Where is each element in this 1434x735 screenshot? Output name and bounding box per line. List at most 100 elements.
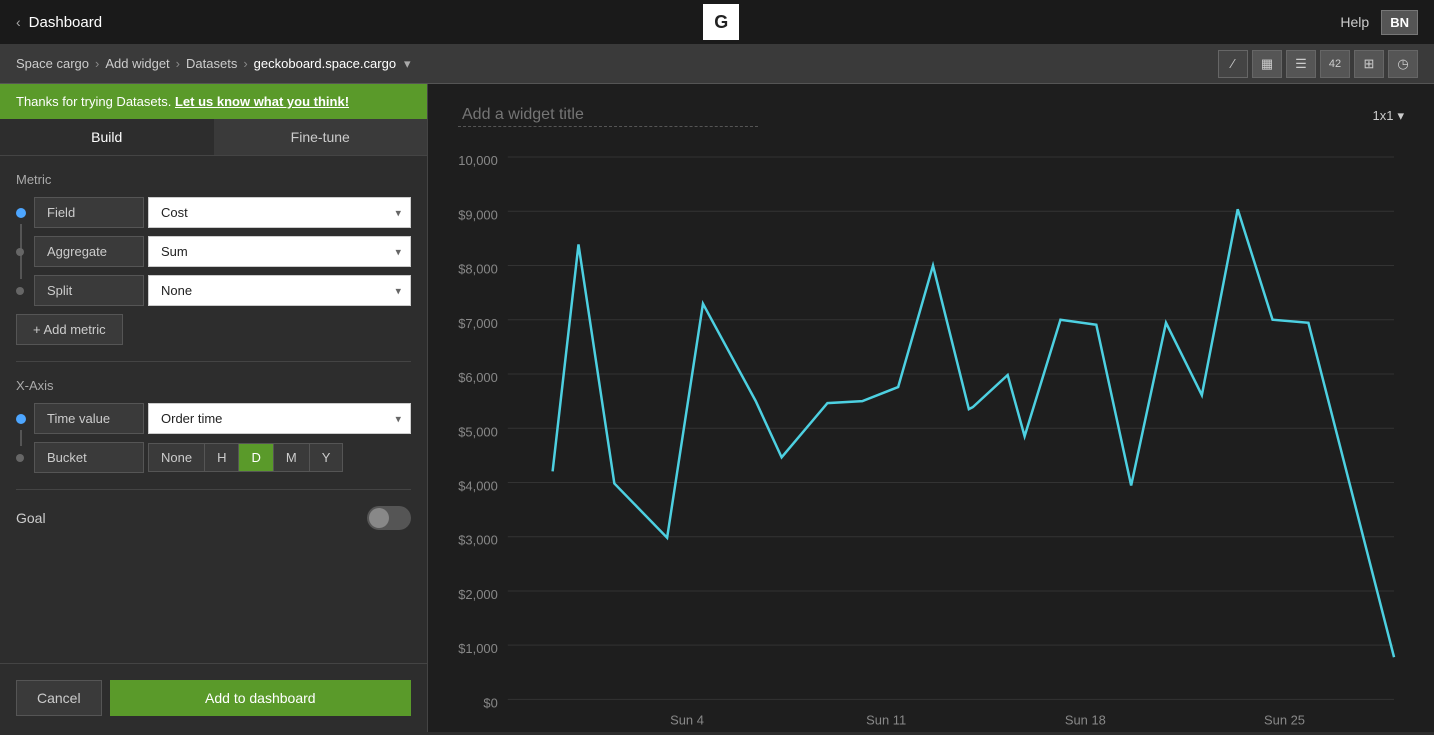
chart-line xyxy=(553,209,1394,657)
bucket-m[interactable]: M xyxy=(274,444,310,471)
connector-line-bucket xyxy=(20,430,22,446)
divider-2 xyxy=(16,489,411,490)
aggregate-label: Aggregate xyxy=(34,236,144,267)
connector-dot-bucket xyxy=(16,454,24,462)
split-row: Split None ▾ xyxy=(16,275,411,306)
tab-build[interactable]: Build xyxy=(0,119,214,155)
bucket-d[interactable]: D xyxy=(239,444,273,471)
banner-static-text: Thanks for trying Datasets. xyxy=(16,94,171,109)
form-area: Metric Field Cost ▾ Aggreg xyxy=(0,156,427,663)
breadcrumb-current[interactable]: geckoboard.space.cargo ▾ xyxy=(254,56,411,72)
breadcrumb-dropdown-arrow: ▾ xyxy=(404,56,411,72)
back-arrow-icon: ‹ xyxy=(16,14,21,30)
left-panel: Thanks for trying Datasets. Let us know … xyxy=(0,84,428,732)
svg-text:$3,000: $3,000 xyxy=(458,533,498,548)
aggregate-row: Aggregate Sum ▾ xyxy=(16,236,411,267)
split-select-wrapper: None ▾ xyxy=(148,275,411,306)
breadcrumb-sep-3: › xyxy=(243,56,247,71)
bucket-none[interactable]: None xyxy=(149,444,205,471)
breadcrumb-sep-1: › xyxy=(95,56,99,71)
svg-text:$4,000: $4,000 xyxy=(458,478,498,493)
bucket-row: Bucket None H D M Y xyxy=(16,442,411,473)
metric-group: Metric Field Cost ▾ Aggreg xyxy=(16,172,411,345)
breadcrumb-current-label: geckoboard.space.cargo xyxy=(254,56,396,71)
line-chart-icon[interactable]: ⁄ xyxy=(1218,50,1248,78)
svg-text:$8,000: $8,000 xyxy=(458,262,498,277)
xaxis-section-label: X-Axis xyxy=(16,378,411,393)
svg-text:$6,000: $6,000 xyxy=(458,370,498,385)
svg-text:Sun 4: Sun 4 xyxy=(670,712,704,727)
table-icon[interactable]: ☰ xyxy=(1286,50,1316,78)
banner: Thanks for trying Datasets. Let us know … xyxy=(0,84,427,119)
field-select[interactable]: Cost xyxy=(148,197,411,228)
time-value-select[interactable]: Order time xyxy=(148,403,411,434)
cancel-button[interactable]: Cancel xyxy=(16,680,102,716)
bucket-y[interactable]: Y xyxy=(310,444,343,471)
split-select[interactable]: None xyxy=(148,275,411,306)
image-icon[interactable]: ◷ xyxy=(1388,50,1418,78)
widget-title-input[interactable] xyxy=(458,104,758,127)
nav-right: Help BN xyxy=(1340,10,1418,35)
size-label: 1x1 xyxy=(1373,108,1394,123)
connector-dot-agg xyxy=(16,248,24,256)
breadcrumb: Space cargo › Add widget › Datasets › ge… xyxy=(16,56,411,72)
grid-icon[interactable]: ⊞ xyxy=(1354,50,1384,78)
svg-text:$7,000: $7,000 xyxy=(458,316,498,331)
field-dot-icon xyxy=(16,208,26,218)
time-value-select-wrapper: Order time ▾ xyxy=(148,403,411,434)
svg-text:$0: $0 xyxy=(483,695,497,710)
size-dropdown-arrow-icon: ▾ xyxy=(1397,108,1404,124)
svg-text:Sun 11: Sun 11 xyxy=(866,712,906,727)
top-nav: ‹ Dashboard G Help BN xyxy=(0,0,1434,44)
svg-text:$2,000: $2,000 xyxy=(458,587,498,602)
breadcrumb-add-widget[interactable]: Add widget xyxy=(105,56,169,71)
time-value-label: Time value xyxy=(34,403,144,434)
svg-text:Sun 18: Sun 18 xyxy=(1065,712,1106,727)
logo-area: G xyxy=(703,4,739,40)
divider-1 xyxy=(16,361,411,362)
line-chart-svg: $10,000 $9,000 $8,000 $7,000 $6,000 $5,0… xyxy=(458,147,1404,730)
svg-text:$9,000: $9,000 xyxy=(458,207,498,222)
breadcrumb-bar: Space cargo › Add widget › Datasets › ge… xyxy=(0,44,1434,84)
breadcrumb-space-cargo[interactable]: Space cargo xyxy=(16,56,89,71)
bottom-buttons: Cancel Add to dashboard xyxy=(0,663,427,732)
gecko-logo: G xyxy=(703,4,739,40)
add-to-dashboard-button[interactable]: Add to dashboard xyxy=(110,680,411,716)
svg-text:$5,000: $5,000 xyxy=(458,424,498,439)
aggregate-select[interactable]: Sum xyxy=(148,236,411,267)
toggle-knob xyxy=(369,508,389,528)
back-to-dashboard[interactable]: ‹ Dashboard xyxy=(16,14,102,31)
tab-fine-tune[interactable]: Fine-tune xyxy=(214,119,428,155)
bar-chart-icon[interactable]: ▦ xyxy=(1252,50,1282,78)
main-layout: Thanks for trying Datasets. Let us know … xyxy=(0,84,1434,732)
svg-text:$1,000: $1,000 xyxy=(458,641,498,656)
size-selector[interactable]: 1x1 ▾ xyxy=(1373,108,1405,124)
banner-link[interactable]: Let us know what you think! xyxy=(175,94,349,109)
user-badge[interactable]: BN xyxy=(1381,10,1418,35)
connector-dot-split xyxy=(16,287,24,295)
help-link[interactable]: Help xyxy=(1340,14,1369,30)
time-value-row: Time value Order time ▾ xyxy=(16,403,411,434)
field-label: Field xyxy=(34,197,144,228)
field-row: Field Cost ▾ xyxy=(16,197,411,228)
aggregate-select-wrapper: Sum ▾ xyxy=(148,236,411,267)
svg-text:$10,000: $10,000 xyxy=(458,153,498,168)
right-panel: 1x1 ▾ $10,000 $9,000 $8,000 $7,000 $6,00… xyxy=(428,84,1434,732)
breadcrumb-datasets[interactable]: Datasets xyxy=(186,56,237,71)
goal-label: Goal xyxy=(16,510,46,526)
tabs: Build Fine-tune xyxy=(0,119,427,156)
time-value-dot-icon xyxy=(16,414,26,424)
connector-line-split xyxy=(20,263,22,279)
breadcrumb-sep-2: › xyxy=(176,56,180,71)
metric-section-label: Metric xyxy=(16,172,411,187)
goal-toggle[interactable] xyxy=(367,506,411,530)
bucket-h[interactable]: H xyxy=(205,444,239,471)
add-metric-button[interactable]: + Add metric xyxy=(16,314,123,345)
bucket-options: None H D M Y xyxy=(148,443,343,472)
nav-dashboard-title: Dashboard xyxy=(29,14,102,31)
number-icon[interactable]: 42 xyxy=(1320,50,1350,78)
goal-row: Goal xyxy=(16,506,411,530)
field-select-wrapper: Cost ▾ xyxy=(148,197,411,228)
bucket-label: Bucket xyxy=(34,442,144,473)
toolbar-icons: ⁄ ▦ ☰ 42 ⊞ ◷ xyxy=(1218,50,1418,78)
